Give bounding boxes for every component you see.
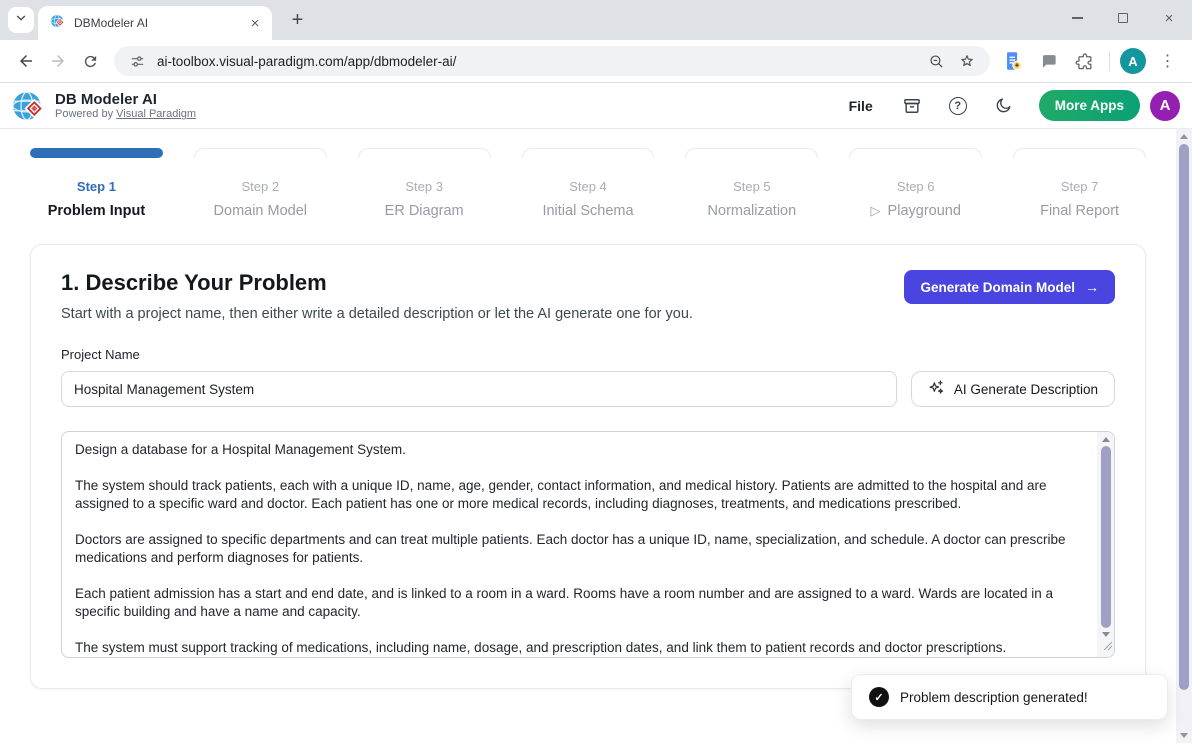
more-apps-button[interactable]: More Apps [1039,90,1140,121]
browser-toolbar: ai-toolbox.visual-paradigm.com/app/dbmod… [0,40,1192,83]
step-tab-playground[interactable]: Step 6 ▷Playground [849,148,982,219]
browser-menu-kebab-icon[interactable]: ⋮ [1153,47,1182,76]
file-menu[interactable]: File [849,98,873,114]
card-header-text: 1. Describe Your Problem Start with a pr… [61,270,693,322]
url-text[interactable]: ai-toolbox.visual-paradigm.com/app/dbmod… [157,54,916,69]
app-header: DB Modeler AI Powered by Visual Paradigm… [0,83,1192,129]
step-tab-normalization[interactable]: Step 5 Normalization [685,148,818,219]
maximize-button[interactable] [1100,0,1146,36]
app-title-block: DB Modeler AI Powered by Visual Paradigm [55,91,196,120]
section-title: 1. Describe Your Problem [61,270,693,296]
visual-paradigm-link[interactable]: Visual Paradigm [116,108,196,120]
url-bar[interactable]: ai-toolbox.visual-paradigm.com/app/dbmod… [114,46,990,76]
reload-button[interactable] [74,45,106,77]
toast-notification: ✓ Problem description generated! [851,674,1168,720]
scroll-down-arrow-icon[interactable] [1180,733,1188,738]
browser-profile-avatar[interactable]: A [1120,48,1146,74]
browser-tab-strip: DBModeler AI × + × [0,0,1192,40]
ai-generate-description-button[interactable]: AI Generate Description [911,371,1115,407]
dark-mode-moon-icon[interactable] [993,95,1015,117]
app-title: DB Modeler AI [55,91,196,108]
minimize-button[interactable] [1054,0,1100,36]
toast-message: Problem description generated! [900,690,1088,705]
new-tab-button[interactable]: + [284,7,311,34]
tab-close-icon[interactable]: × [246,14,264,32]
scroll-up-arrow-icon[interactable] [1102,437,1110,442]
maximize-icon [1118,13,1128,23]
chevron-down-icon [14,11,28,30]
play-icon: ▷ [871,203,881,219]
problem-description-textarea[interactable]: Design a database for a Hospital Managem… [62,432,1114,657]
tab-title: DBModeler AI [74,16,238,30]
reload-icon [82,53,99,70]
tab-search-button[interactable] [8,7,34,33]
toolbar-separator [1109,51,1110,71]
toolbar-actions: A ⋮ [998,47,1182,76]
window-controls: × [1054,0,1192,36]
card-header: 1. Describe Your Problem Start with a pr… [61,270,1115,322]
step-tab-final-report[interactable]: Step 7 Final Report [1013,148,1146,219]
step-progress-bar [1013,148,1146,158]
scroll-down-arrow-icon[interactable] [1102,632,1110,637]
project-name-input[interactable] [61,371,897,407]
favicon [50,13,66,34]
problem-description-wrapper: Design a database for a Hospital Managem… [61,431,1115,658]
powered-by: Powered by Visual Paradigm [55,108,196,120]
browser-tab[interactable]: DBModeler AI × [38,6,272,40]
minimize-icon [1072,17,1083,19]
project-name-row: AI Generate Description [61,371,1115,407]
page-content: Step 1 Problem Input Step 2 Domain Model… [0,129,1176,743]
section-subtitle: Start with a project name, then either w… [61,306,693,322]
forward-button[interactable] [42,45,74,77]
step-progress-bar [358,148,491,158]
sparkles-icon [928,379,945,399]
close-button[interactable]: × [1146,0,1192,36]
page-scrollbar-thumb[interactable] [1179,144,1189,690]
docs-offline-extension-icon[interactable] [998,47,1027,76]
problem-input-card: 1. Describe Your Problem Start with a pr… [30,244,1146,689]
step-tab-domain-model[interactable]: Step 2 Domain Model [194,148,327,219]
textarea-scrollbar-thumb[interactable] [1101,446,1111,628]
check-circle-icon: ✓ [869,687,889,707]
step-progress-bar [194,148,327,158]
zoom-out-icon[interactable] [925,50,947,72]
site-settings-icon[interactable] [126,50,148,72]
back-button[interactable] [10,45,42,77]
resize-grip-icon[interactable] [1103,638,1113,656]
generate-domain-model-button[interactable]: Generate Domain Model → [904,270,1115,304]
step-tab-er-diagram[interactable]: Step 3 ER Diagram [358,148,491,219]
page-scrollbar[interactable] [1176,129,1192,743]
forward-icon [49,52,67,70]
step-tab-initial-schema[interactable]: Step 4 Initial Schema [522,148,655,219]
app-user-avatar[interactable]: A [1150,91,1180,121]
help-icon[interactable]: ? [947,95,969,117]
arrow-right-icon: → [1085,279,1099,295]
step-navigation: Step 1 Problem Input Step 2 Domain Model… [30,148,1146,219]
bookmark-star-icon[interactable] [956,50,978,72]
archive-icon[interactable] [901,95,923,117]
page-viewport: Step 1 Problem Input Step 2 Domain Model… [0,129,1192,743]
step-tab-problem-input[interactable]: Step 1 Problem Input [30,148,163,219]
project-name-label: Project Name [61,347,1115,362]
app-logo-icon [12,89,46,123]
comment-bubble-icon[interactable] [1034,47,1063,76]
back-icon [17,52,35,70]
textarea-scrollbar[interactable] [1097,432,1114,657]
step-progress-bar [849,148,982,158]
step-progress-bar [685,148,818,158]
extensions-puzzle-icon[interactable] [1070,47,1099,76]
scroll-up-arrow-icon[interactable] [1180,134,1188,139]
step-progress-bar [522,148,655,158]
step-progress-bar [30,148,163,158]
